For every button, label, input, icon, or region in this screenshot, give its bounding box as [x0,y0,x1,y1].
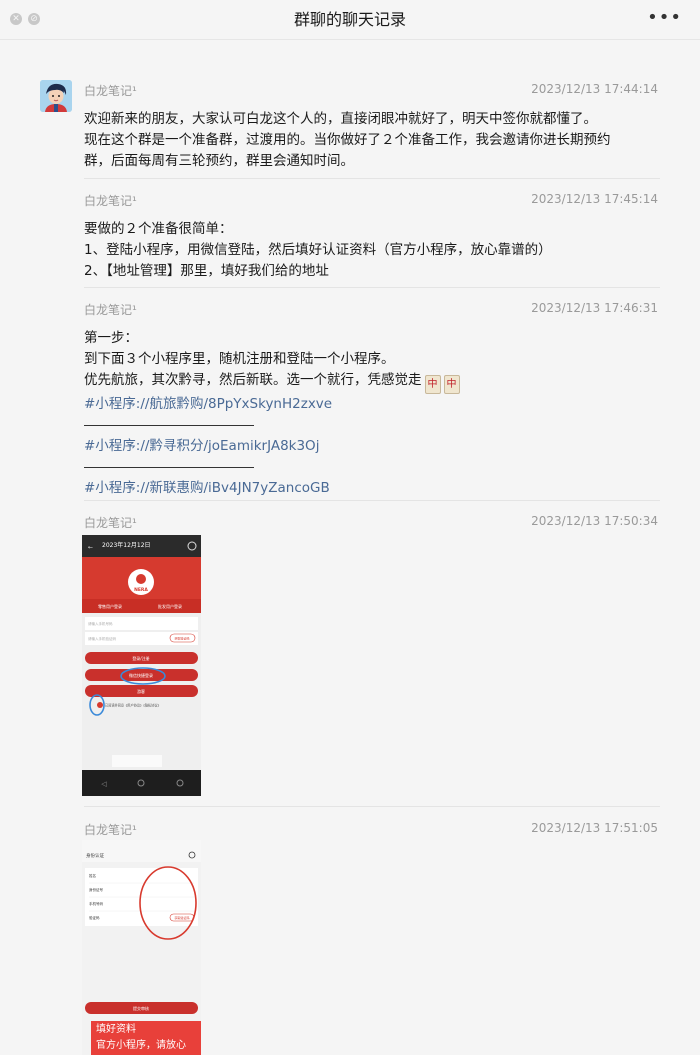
message-line: 1、登陆小程序，用微信登陆，然后填好认证资料（官方小程序，放心靠谱的） [84,242,552,258]
message[interactable]: 白龙笔记¹ 2023/12/13 17:44:14 欢迎新来的朋友，大家认可白龙… [84,82,660,172]
screenshot-agreement: 已阅读并同意《用户协议》《隐私协议》 [105,703,161,708]
screenshot-form-label: 姓名 [89,873,96,878]
screenshot-code-button: 获取验证码 [174,636,189,641]
screenshot-button: 游客 [137,688,145,694]
screenshot-code-button: 获取验证码 [174,915,189,920]
screenshot-field: 请输入手机号码 [88,621,113,626]
screenshot-page-title: 身份认证 [86,852,104,859]
mahjong-emoji-icon: 中 [443,375,460,394]
message-line: 群，后面每周有三轮预约，群里会通知时间。 [84,153,354,169]
screenshot-logo: NERA [134,587,148,593]
message-line: 第一步： [84,330,138,346]
window-title: 群聊的聊天记录 [293,10,406,29]
message-line: 2、【地址管理】那里，填好我们给的地址 [84,263,329,279]
message[interactable]: 白龙笔记¹ 2023/12/13 17:46:31 第一步： 到下面３个小程序里… [84,301,660,499]
image-attachment[interactable]: ← 2023年12月12日 NERA 零售用户登录 批发用户登录 请输入手机号码… [82,535,201,796]
screenshot-field: 请输入手机验证码 [88,636,116,641]
message[interactable]: 白龙笔记¹ 2023/12/13 17:45:14 要做的２个准备很简单： 1、… [84,192,660,282]
message-text[interactable]: 欢迎新来的朋友，大家认可白龙这个人的，直接闭眼冲就好了，明天中签你就都懂了。 现… [84,109,660,172]
screenshot-form-label: 身份证号 [89,887,103,892]
image-attachment[interactable]: 身份认证 姓名 身份证号 手机号码 验证码 获取验证码 提交审核 官方小程序，请… [82,840,201,1055]
mahjong-emoji-icon: 中 [424,375,441,394]
message-text[interactable]: 第一步： 到下面３个小程序里，随机注册和登陆一个小程序。 优先航旅，其次黔寻，然… [84,328,660,499]
svg-text:◁: ◁ [101,780,107,788]
message-line: 欢迎新来的朋友，大家认可白龙这个人的，直接闭眼冲就好了，明天中签你就都懂了。 [84,111,597,127]
title-bar: ✕ ⊘ 群聊的聊天记录 ••• [0,0,700,40]
screenshot-overlay-text: 官方小程序，请放心 [96,1038,186,1051]
screenshot-submit-button: 提交审核 [133,1005,149,1011]
mini-program-link[interactable]: #小程序://黔寻积分/joEamikrJA8k3Oj [84,436,660,457]
avatar[interactable] [40,80,72,112]
message-line: 现在这个群是一个准备群，过渡用的。当你做好了２个准备工作，我会邀请你进长期预约 [84,132,611,148]
svg-text:←: ← [88,544,93,551]
screenshot-button: 登录/注册 [132,655,149,661]
message-time: 2023/12/13 17:51:05 [531,821,658,835]
message-time: 2023/12/13 17:46:31 [531,301,658,315]
screenshot-date: 2023年12月12日 [102,541,151,549]
chat-history[interactable]: 白龙笔记¹ 2023/12/13 17:44:14 欢迎新来的朋友，大家认可白龙… [0,40,700,1055]
message-divider [84,287,660,288]
screenshot-form-label: 验证码 [89,915,100,920]
more-options-icon[interactable]: ••• [647,8,682,28]
message-divider [84,806,660,807]
screenshot-tab: 批发用户登录 [158,603,182,609]
message-time: 2023/12/13 17:44:14 [531,82,658,96]
screenshot-form-label: 手机号码 [89,901,103,906]
screenshot-overlay-text: 填好资料 [96,1022,136,1035]
message[interactable]: 白龙笔记¹ 2023/12/13 17:51:05 [84,821,660,838]
message-divider [84,500,660,501]
message[interactable]: 白龙笔记¹ 2023/12/13 17:50:34 [84,514,660,531]
message-line: 到下面３个小程序里，随机注册和登陆一个小程序。 [84,351,395,367]
message-line: 要做的２个准备很简单： [84,221,233,237]
message-time: 2023/12/13 17:45:14 [531,192,658,206]
identity-form-screenshot-image: 身份认证 姓名 身份证号 手机号码 验证码 获取验证码 提交审核 官方小程序，请… [82,840,201,1055]
message-divider [84,178,660,179]
divider-line [84,425,254,426]
mini-program-link[interactable]: #小程序://新联惠购/iBv4JN7yZancoGB [84,478,660,499]
screenshot-button: 微信快捷登录 [129,672,153,678]
message-time: 2023/12/13 17:50:34 [531,514,658,528]
message-line: 优先航旅，其次黔寻，然后新联。选一个就行，凭感觉走中中 [84,370,660,394]
mini-program-link[interactable]: #小程序://航旅黔购/8PpYxSkynH2zxve [84,394,660,415]
message-line-text: 优先航旅，其次黔寻，然后新联。选一个就行，凭感觉走 [84,372,422,388]
avatar-icon [40,80,72,112]
divider-line [84,467,254,468]
login-screenshot-image: ← 2023年12月12日 NERA 零售用户登录 批发用户登录 请输入手机号码… [82,535,201,796]
message-text[interactable]: 要做的２个准备很简单： 1、登陆小程序，用微信登陆，然后填好认证资料（官方小程序… [84,219,660,282]
screenshot-tab: 零售用户登录 [98,603,122,609]
